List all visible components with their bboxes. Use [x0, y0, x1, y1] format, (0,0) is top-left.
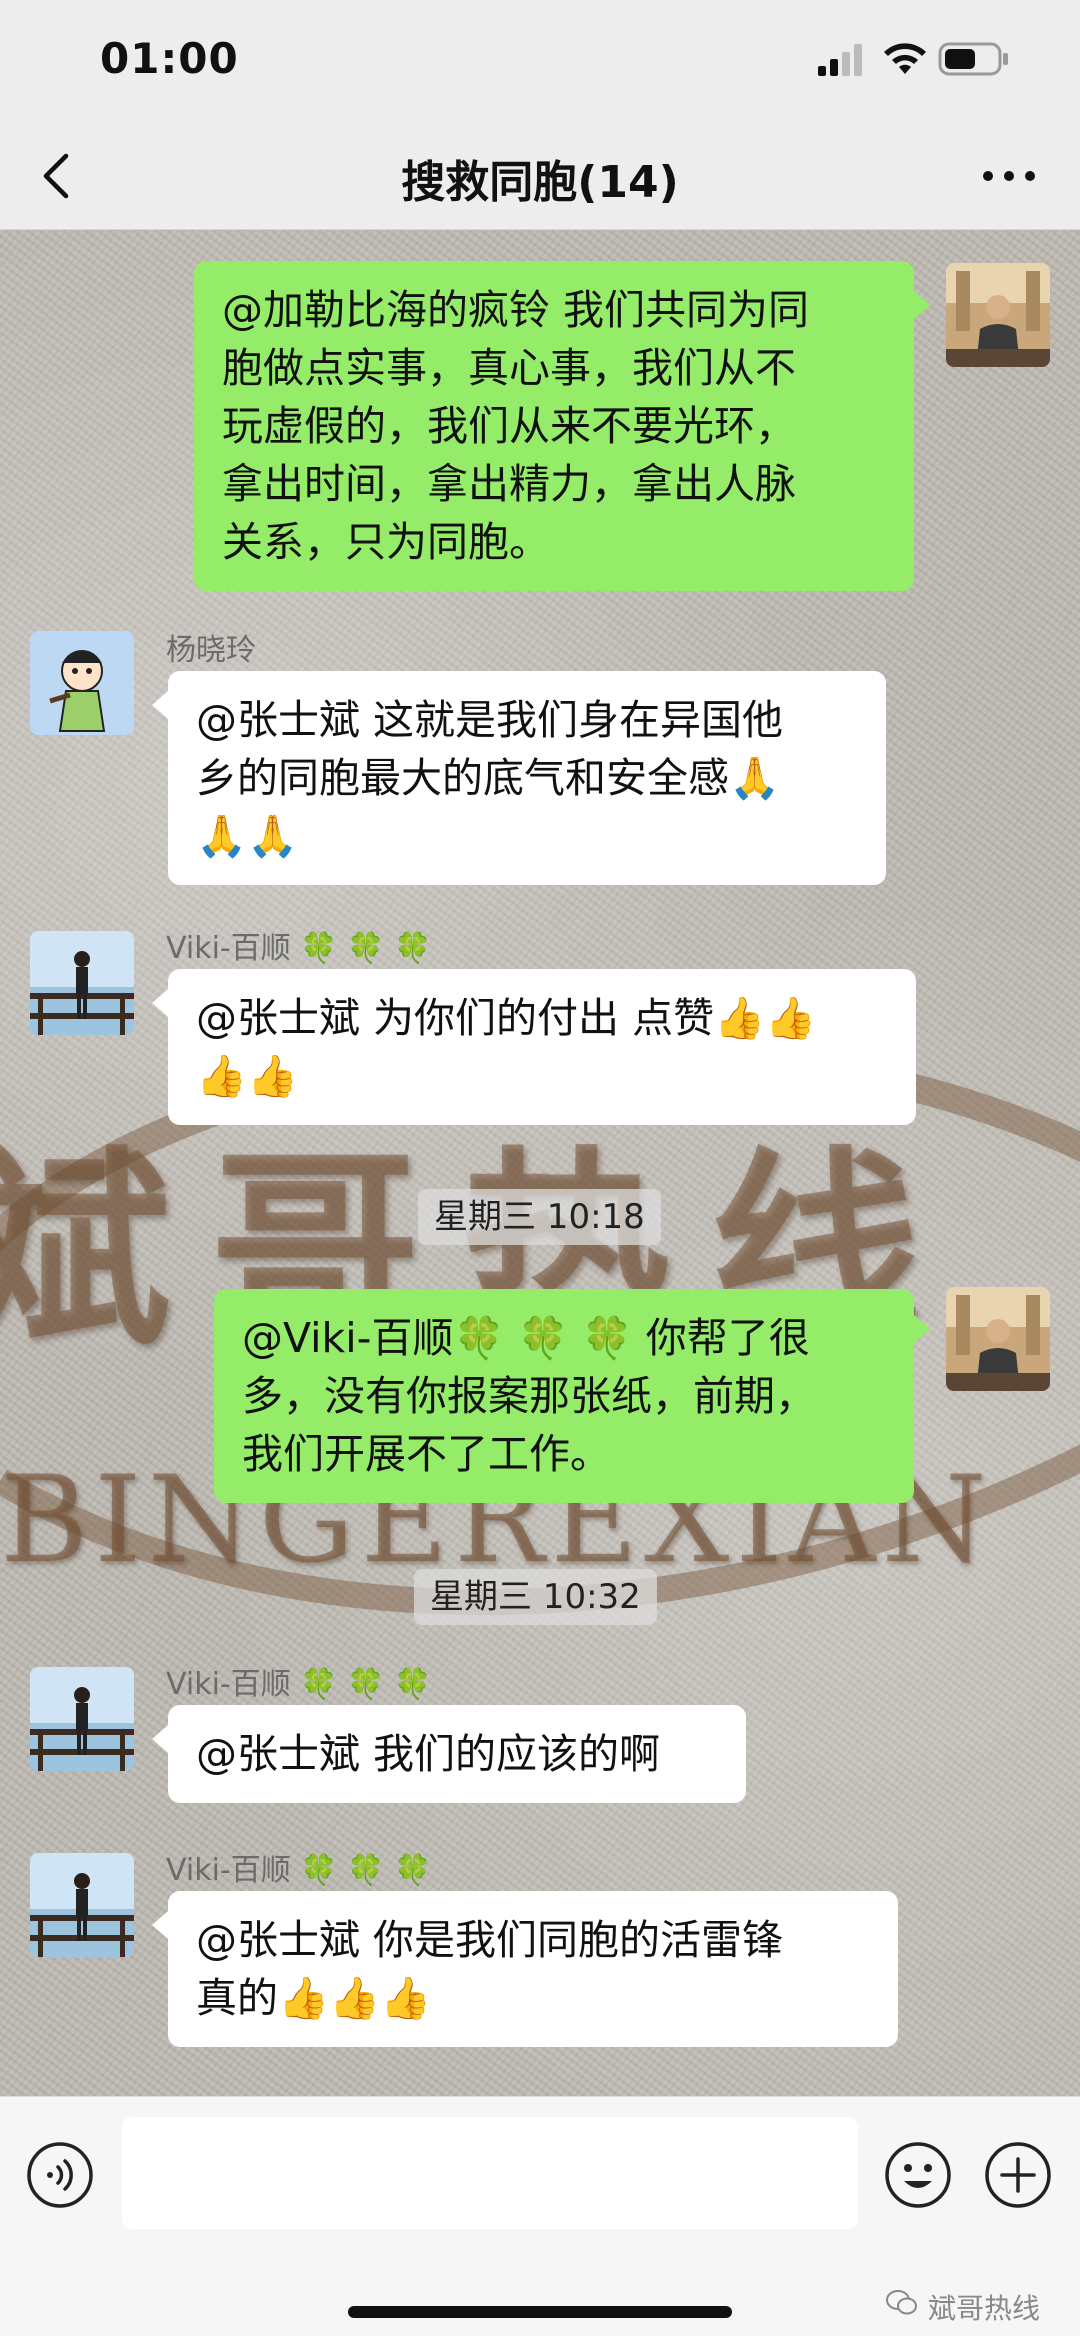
sender-name: Viki-百顺 🍀 🍀 🍀 — [166, 1659, 431, 1703]
avatar-viki[interactable] — [30, 1853, 134, 1957]
sender-name: Viki-百顺 🍀 🍀 🍀 — [166, 1845, 431, 1889]
sender-name-text: Viki-百顺 — [166, 931, 291, 966]
message-text: 拿出时间，拿出精力，拿出人脉 — [222, 460, 796, 508]
voice-icon[interactable] — [26, 2141, 94, 2209]
wechat-logo-icon — [886, 2290, 917, 2315]
message-text: 关系，只为同胞。 — [222, 518, 550, 566]
wifi-icon — [884, 43, 926, 74]
message-timestamp: 星期三 10:32 — [414, 1569, 657, 1625]
message-text: 乡的同胞最大的底气和安全感🙏 — [196, 754, 781, 802]
chat-title: 搜救同胞(14) — [401, 157, 679, 208]
message-bubble[interactable]: @张士斌 为你们的付出 点赞👍👍 👍👍 — [168, 969, 916, 1125]
sender-name-text: Viki-百顺 — [166, 1853, 291, 1888]
message-text: 🙏🙏 — [196, 812, 299, 860]
bubble-tail — [152, 1725, 168, 1753]
message-text: @张士斌 我们的应该的啊 — [196, 1730, 661, 1778]
clover-emoji: 🍀 🍀 🍀 — [300, 1667, 432, 1702]
message-text: 我们开展不了工作。 — [242, 1430, 611, 1478]
chat-header: 搜救同胞(14) — [0, 120, 1080, 230]
message-bubble[interactable]: @加勒比海的疯铃 我们共同为同 胞做点实事，真心事，我们从不 玩虚假的，我们从来… — [194, 261, 914, 591]
clover-emoji: 🍀 🍀 🍀 — [300, 1853, 432, 1888]
bubble-tail — [152, 691, 168, 719]
avatar-self[interactable] — [946, 1287, 1050, 1391]
avatar-viki[interactable] — [30, 1667, 134, 1771]
message-text: 真的👍👍👍 — [196, 1974, 432, 2022]
emoji-icon[interactable] — [884, 2141, 952, 2209]
status-bar: 01:00 — [0, 0, 1080, 120]
chat-area[interactable]: 斌哥热线 BINGEREXIAN @加勒比海的疯铃 我们共同为同 胞做点实事，真… — [0, 231, 1080, 2096]
sender-name: Viki-百顺 🍀 🍀 🍀 — [166, 923, 431, 967]
message-text: 胞做点实事，真心事，我们从不 — [222, 344, 796, 392]
message-timestamp: 星期三 10:18 — [418, 1189, 661, 1245]
message-text: @张士斌 你是我们同胞的活雷锋 — [196, 1916, 784, 1964]
bubble-tail — [914, 291, 930, 319]
bubble-tail — [152, 1911, 168, 1939]
sender-name: 杨晓玲 — [166, 633, 256, 668]
account-watermark-label: 斌哥热线 — [928, 2292, 1041, 2325]
message-text: @张士斌 这就是我们身在异国他 — [196, 696, 784, 744]
sender-name-text: Viki-百顺 — [166, 1667, 291, 1702]
clover-emoji: 🍀 🍀 🍀 — [300, 931, 432, 966]
home-indicator — [348, 2306, 732, 2318]
message-text: 玩虚假的，我们从来不要光环， — [222, 402, 796, 450]
more-dots-icon[interactable] — [974, 148, 1044, 204]
avatar-viki[interactable] — [30, 931, 134, 1035]
message-bubble[interactable]: @张士斌 我们的应该的啊 — [168, 1705, 746, 1803]
avatar-yangxiaoling[interactable] — [30, 631, 134, 735]
battery-icon — [938, 42, 1008, 76]
message-bubble[interactable]: @张士斌 这就是我们身在异国他 乡的同胞最大的底气和安全感🙏 🙏🙏 — [168, 671, 886, 885]
message-text: @加勒比海的疯铃 我们共同为同 — [222, 286, 810, 334]
bubble-tail — [152, 989, 168, 1017]
message-bubble[interactable]: @张士斌 你是我们同胞的活雷锋 真的👍👍👍 — [168, 1891, 898, 2047]
plus-icon[interactable] — [984, 2141, 1052, 2209]
message-input[interactable] — [122, 2117, 858, 2229]
input-bar: 斌哥热线 — [0, 2096, 1080, 2336]
message-bubble[interactable]: @Viki-百顺🍀 🍀 🍀 你帮了很 多，没有你报案那张纸，前期， 我们开展不了… — [214, 1289, 914, 1503]
message-text: 👍👍 — [196, 1052, 299, 1100]
message-text: @Viki-百顺🍀 🍀 🍀 你帮了很 — [242, 1314, 810, 1362]
message-text: 多，没有你报案那张纸，前期， — [242, 1372, 816, 1420]
avatar-self[interactable] — [946, 263, 1050, 367]
status-time: 01:00 — [100, 34, 239, 83]
message-text: @张士斌 为你们的付出 点赞👍👍 — [196, 994, 817, 1042]
signal-icon — [818, 44, 862, 76]
bubble-tail — [914, 1315, 930, 1343]
